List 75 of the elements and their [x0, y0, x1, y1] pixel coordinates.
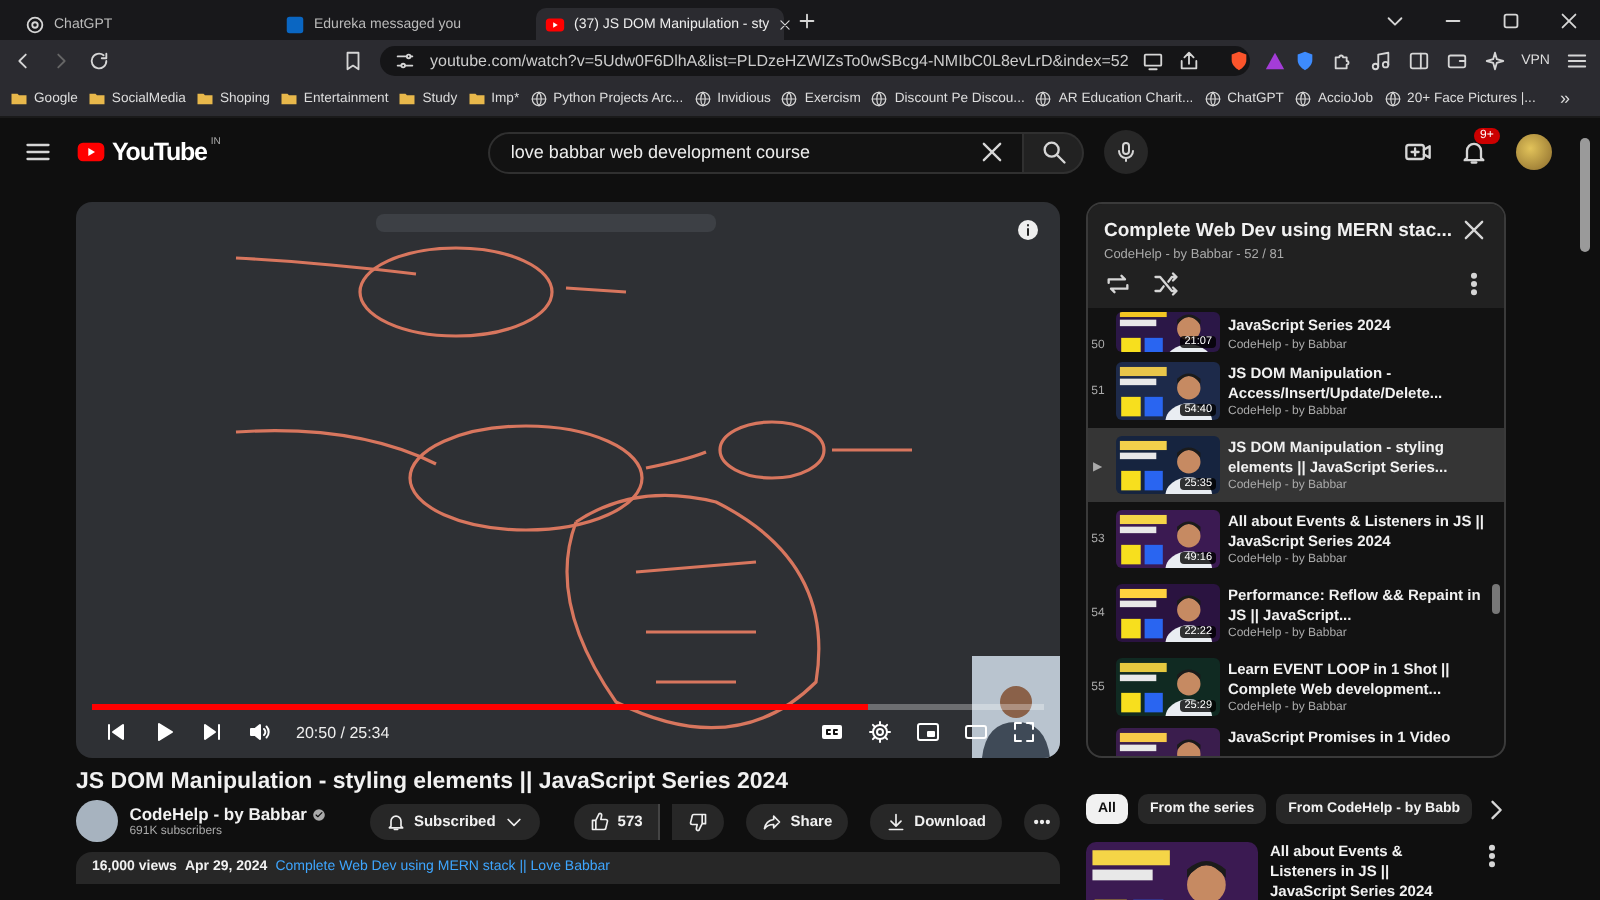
wallet-icon[interactable]	[1445, 49, 1468, 71]
miniplayer-icon[interactable]	[916, 720, 940, 744]
scrollbar-thumb[interactable]	[1492, 584, 1500, 614]
close-icon[interactable]	[777, 17, 792, 31]
bookmark-icon[interactable]	[342, 49, 364, 71]
globe-icon	[1383, 89, 1402, 107]
menu-icon[interactable]	[24, 138, 52, 166]
thumbs-up-icon	[589, 811, 610, 831]
next-icon[interactable]	[200, 720, 224, 744]
maximize-icon[interactable]	[1500, 9, 1522, 31]
bell-icon[interactable]	[1460, 138, 1488, 166]
tune-icon	[394, 49, 416, 71]
volume-icon[interactable]	[248, 720, 272, 744]
loop-icon[interactable]	[1104, 270, 1132, 298]
globe-icon	[529, 89, 548, 107]
avatar[interactable]	[1516, 134, 1552, 170]
download-icon	[886, 811, 907, 831]
ring-icon	[24, 13, 46, 35]
folder-icon	[398, 89, 417, 107]
previous-icon[interactable]	[104, 720, 128, 744]
sparkle-icon[interactable]	[1483, 49, 1506, 71]
share-icon	[762, 811, 783, 831]
globe-icon	[1034, 89, 1053, 107]
close-icon[interactable]	[1460, 216, 1488, 244]
globe-icon	[780, 89, 799, 107]
screen-icon[interactable]	[1142, 49, 1165, 71]
voice-search-button[interactable]	[1104, 130, 1149, 174]
video-title: JS DOM Manipulation - styling elements || JavaScript Series 2024	[76, 770, 791, 794]
thumbs-down-icon	[688, 811, 709, 831]
share-icon[interactable]	[1178, 49, 1201, 71]
folder-icon	[279, 89, 298, 107]
mic-icon	[1114, 140, 1139, 164]
bell-icon	[385, 811, 406, 831]
music-note-icon[interactable]	[1369, 49, 1392, 71]
fullscreen-icon[interactable]	[1012, 720, 1036, 744]
settings-icon[interactable]	[868, 720, 892, 744]
shuffle-icon[interactable]	[1152, 270, 1180, 298]
avatar[interactable]	[76, 800, 118, 842]
folder-icon	[10, 89, 28, 107]
time-display: 20:50 / 25:34	[296, 723, 390, 741]
clear-icon[interactable]	[978, 138, 1007, 166]
folder-icon	[467, 89, 486, 107]
create-icon[interactable]	[1404, 138, 1432, 166]
search-icon	[1039, 138, 1068, 166]
playlist-title[interactable]: Complete Web Dev using MERN stac...	[1104, 219, 1453, 241]
globe-icon	[1203, 89, 1222, 107]
menu-icon[interactable]	[1566, 49, 1588, 71]
progress-bar[interactable]	[92, 704, 1044, 710]
more-bookmarks-button[interactable]: »	[1559, 88, 1590, 108]
theater-mode-icon[interactable]	[964, 720, 988, 744]
square-icon	[284, 13, 306, 35]
info-icon[interactable]	[1016, 218, 1040, 242]
sidebar-icon[interactable]	[1407, 49, 1430, 71]
folder-icon	[87, 89, 106, 107]
play-logo-icon	[544, 13, 566, 35]
globe-icon	[693, 89, 712, 107]
folder-icon	[195, 89, 214, 107]
play-icon[interactable]	[152, 720, 176, 744]
close-icon[interactable]	[1558, 9, 1580, 31]
reload-icon[interactable]	[88, 49, 110, 71]
shield-icon[interactable]	[1293, 49, 1316, 71]
globe-icon	[870, 89, 889, 107]
globe-icon	[1293, 89, 1312, 107]
dislike-button[interactable]	[672, 803, 725, 839]
triangle-icon[interactable]	[1264, 49, 1287, 71]
captions-icon[interactable]	[820, 720, 844, 744]
channel-name[interactable]: CodeHelp - by Babbar	[129, 804, 307, 824]
shield-icon[interactable]	[1228, 49, 1251, 71]
new-tab-icon[interactable]	[796, 9, 818, 31]
search-field[interactable]: love babbar web development course	[488, 131, 1025, 173]
puzzle-icon[interactable]	[1331, 49, 1354, 71]
verified-icon	[312, 807, 327, 821]
search-button[interactable]	[1024, 131, 1085, 173]
scrollbar-thumb[interactable]	[1579, 138, 1589, 252]
more-button[interactable]	[1024, 803, 1060, 839]
